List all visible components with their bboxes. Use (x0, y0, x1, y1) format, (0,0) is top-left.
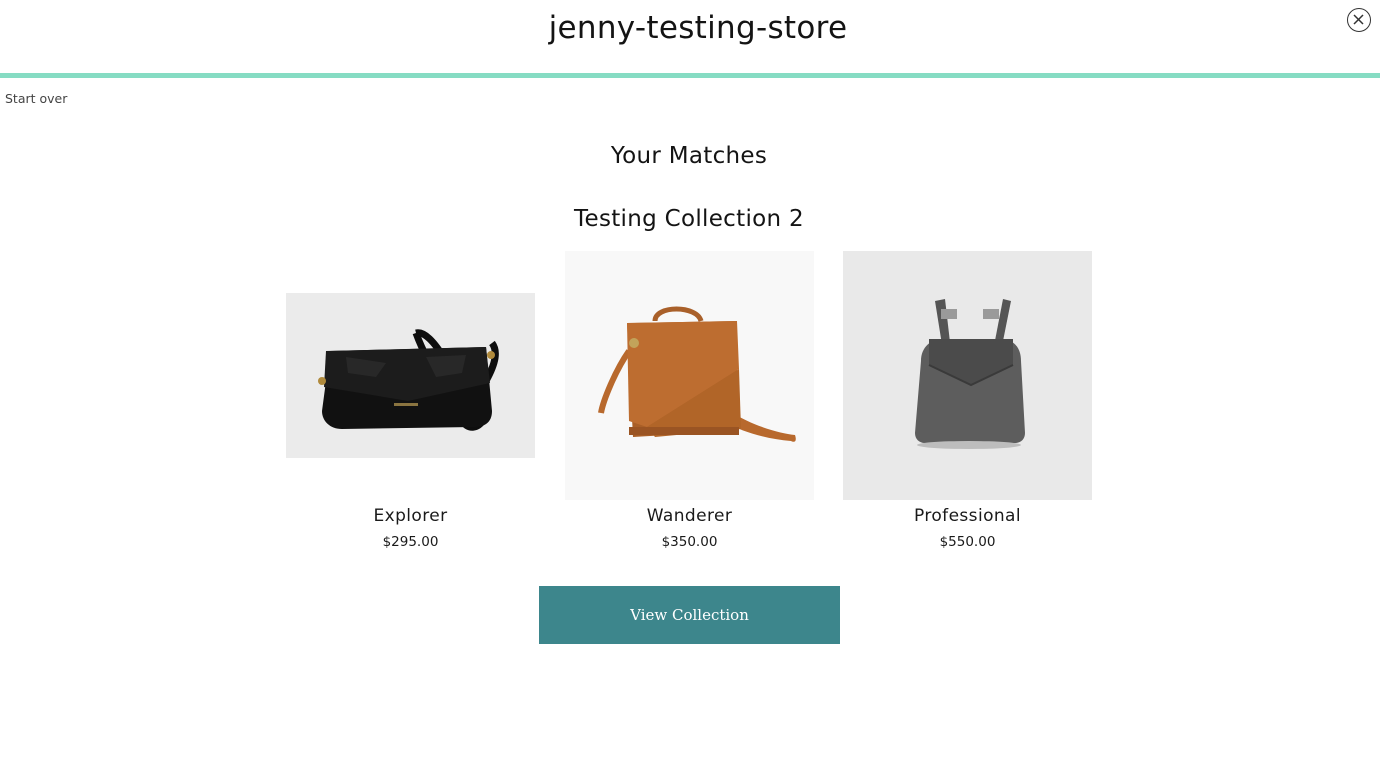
product-image-wanderer[interactable] (565, 251, 814, 500)
product-card-professional[interactable]: Professional $550.00 (843, 251, 1092, 551)
product-name[interactable]: Explorer (286, 505, 535, 527)
product-price: $550.00 (939, 534, 996, 550)
quiz-progress-fill (0, 73, 1380, 78)
product-price: $295.00 (382, 534, 439, 550)
matches-heading: Your Matches (610, 143, 768, 169)
product-name[interactable]: Wanderer (565, 505, 814, 527)
product-name[interactable]: Professional (843, 505, 1092, 527)
header: jenny-testing-store (0, 0, 1380, 74)
close-icon (1353, 14, 1364, 25)
black-crossbody-bag-image (286, 293, 535, 500)
quiz-progress-bar (0, 73, 1380, 78)
product-card-wanderer[interactable]: Wanderer $350.00 (565, 251, 814, 551)
close-button[interactable] (1347, 8, 1371, 32)
product-card-explorer[interactable]: Explorer $295.00 (286, 251, 535, 551)
product-image-explorer[interactable] (286, 251, 535, 500)
collection-title: Testing Collection 2 (574, 206, 804, 232)
product-price: $350.00 (661, 534, 718, 550)
product-image-professional[interactable] (843, 251, 1092, 500)
start-over-link[interactable]: Start over (5, 91, 67, 106)
view-collection-button[interactable]: View Collection (539, 586, 840, 644)
store-title: jenny-testing-store (548, 10, 848, 46)
tan-messenger-bag-image (565, 251, 814, 500)
grey-backpack-image (843, 251, 1092, 500)
